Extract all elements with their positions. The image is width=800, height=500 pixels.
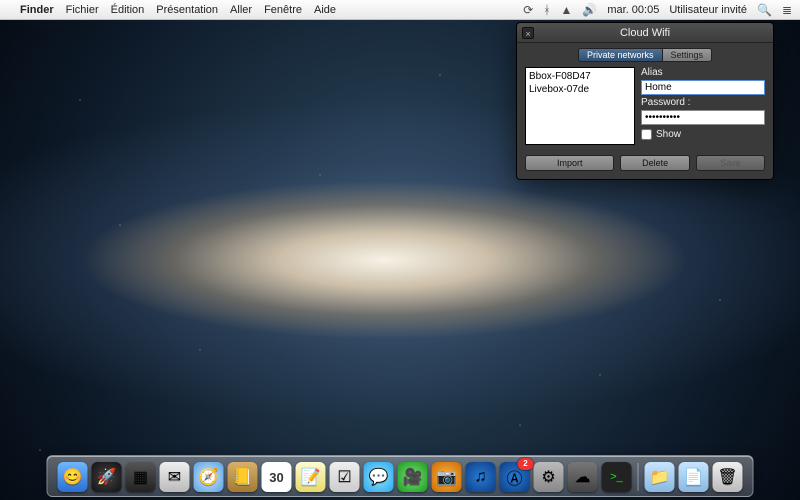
menubar: Finder Fichier Édition Présentation Alle… [0,0,800,20]
calendar-day: 30 [269,470,283,485]
menu-help[interactable]: Aide [314,4,336,16]
tab-private-networks[interactable]: Private networks [578,48,663,62]
status-volume-icon[interactable]: 🔊 [582,3,597,17]
dock-messages[interactable]: 💬 [364,462,394,492]
dock-mission-control[interactable]: ▦ [126,462,156,492]
folder-icon: 📄 [684,467,704,487]
dock: 😊 🚀 ▦ ✉︎ 🧭 📒 30 📝 ☑︎ 💬 🎥 📷 ♫ Ⓐ ⚙︎ ☁︎ >_ … [47,455,754,497]
dock-separator [638,463,639,491]
network-item[interactable]: Bbox-F08D47 [529,70,631,83]
password-label: Password : [641,97,765,108]
dock-launchpad[interactable]: 🚀 [92,462,122,492]
close-button[interactable]: × [522,27,534,39]
status-wifi-icon[interactable]: ▲ [561,3,573,17]
spotlight-icon[interactable]: 🔍 [757,3,772,17]
dock-itunes[interactable]: ♫ [466,462,496,492]
dock-finder[interactable]: 😊 [58,462,88,492]
menu-go[interactable]: Aller [230,4,252,16]
photo-booth-icon: 📷 [437,467,457,487]
trash-icon: 🗑 [717,467,737,487]
dock-documents-folder[interactable]: 📄 [679,462,709,492]
status-sync-icon[interactable]: ⟳ [523,3,533,17]
tab-settings[interactable]: Settings [663,48,713,62]
reminders-icon: ☑︎ [337,467,351,487]
dock-photo-booth[interactable]: 📷 [432,462,462,492]
contacts-icon: 📒 [233,467,253,487]
show-password-label: Show [656,129,681,140]
dock-calendar[interactable]: 30 [262,462,292,492]
dock-downloads-folder[interactable]: 📁 [645,462,675,492]
dock-facetime[interactable]: 🎥 [398,462,428,492]
cloud-wifi-window: × Cloud Wifi Private networks Settings B… [516,22,774,180]
gear-icon: ⚙︎ [541,467,555,487]
network-item[interactable]: Livebox-07de [529,83,631,96]
terminal-icon: >_ [610,471,623,483]
notes-icon: 📝 [301,467,321,487]
safari-icon: 🧭 [199,467,219,487]
dock-trash[interactable]: 🗑 [713,462,743,492]
import-button[interactable]: Import [525,155,614,171]
window-titlebar[interactable]: × Cloud Wifi [517,23,773,43]
dock-notes[interactable]: 📝 [296,462,326,492]
menu-file[interactable]: Fichier [66,4,99,16]
menu-view[interactable]: Présentation [156,4,218,16]
dock-system-preferences[interactable]: ⚙︎ [534,462,564,492]
menu-window[interactable]: Fenêtre [264,4,302,16]
app-name[interactable]: Finder [20,4,54,16]
dock-mail[interactable]: ✉︎ [160,462,190,492]
folder-icon: 📁 [650,467,670,487]
itunes-icon: ♫ [475,468,487,486]
dock-reminders[interactable]: ☑︎ [330,462,360,492]
delete-button[interactable]: Delete [620,155,689,171]
launchpad-icon: 🚀 [97,467,117,487]
menubar-clock[interactable]: mar. 00:05 [607,4,659,16]
app-store-icon: Ⓐ [506,465,522,489]
dock-terminal[interactable]: >_ [602,462,632,492]
mail-icon: ✉︎ [168,467,181,487]
notification-center-icon[interactable]: ≣ [782,3,792,17]
mission-control-icon: ▦ [133,467,148,487]
dock-contacts[interactable]: 📒 [228,462,258,492]
password-input[interactable] [641,110,765,125]
messages-icon: 💬 [369,467,389,487]
status-bluetooth-icon[interactable]: ᚼ [543,3,550,17]
show-password-checkbox[interactable] [641,129,652,140]
finder-icon: 😊 [63,467,83,487]
dock-cloud-wifi[interactable]: ☁︎ [568,462,598,492]
network-list[interactable]: Bbox-F08D47 Livebox-07de [525,67,635,145]
dock-app-store[interactable]: Ⓐ [500,462,530,492]
alias-label: Alias [641,67,765,78]
cloud-icon: ☁︎ [575,467,591,487]
tab-bar: Private networks Settings [517,43,773,65]
save-button[interactable]: Save [696,155,765,171]
facetime-icon: 🎥 [403,467,423,487]
menu-edit[interactable]: Édition [111,4,145,16]
window-title: Cloud Wifi [620,27,670,39]
alias-input[interactable] [641,80,765,95]
menubar-user[interactable]: Utilisateur invité [669,4,747,16]
dock-safari[interactable]: 🧭 [194,462,224,492]
